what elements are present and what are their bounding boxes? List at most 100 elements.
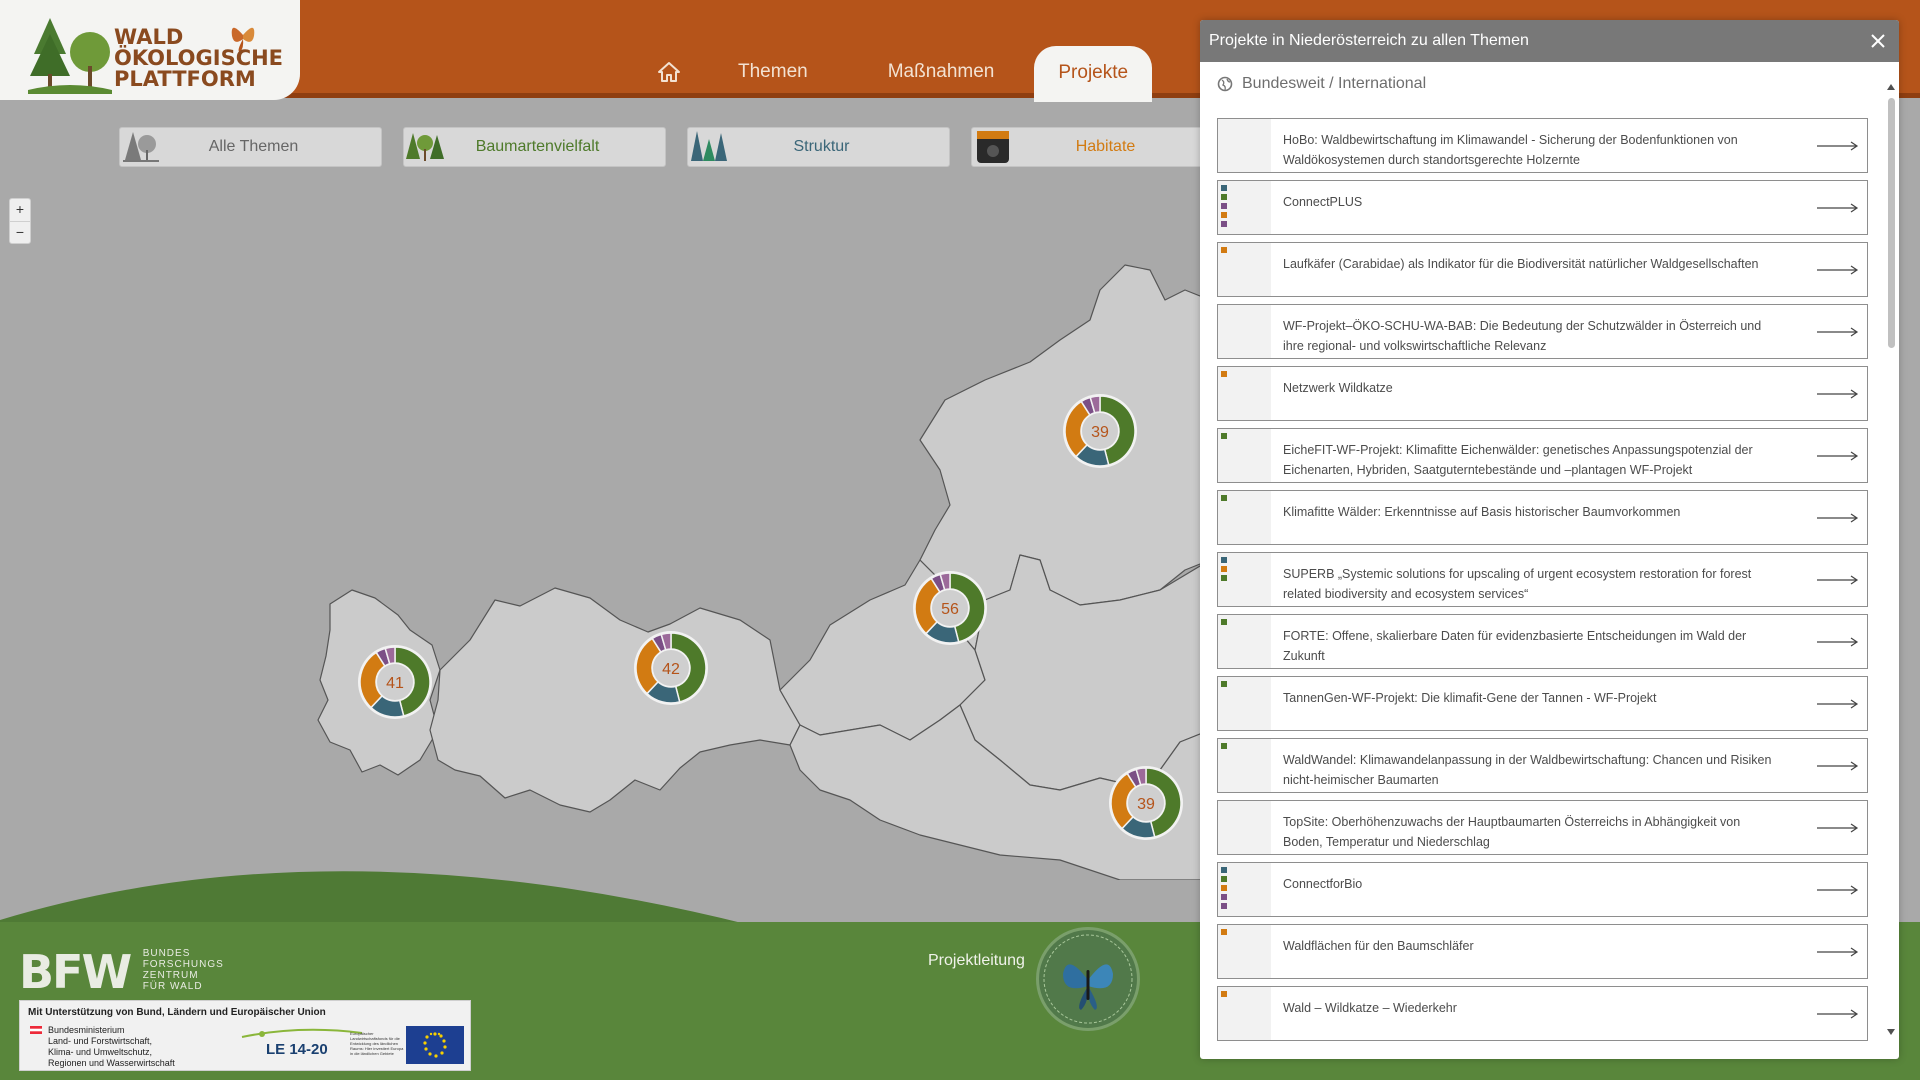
theme-marks xyxy=(1218,367,1271,420)
project-card[interactable]: ConnectPLUS xyxy=(1217,180,1868,235)
funding-banner: Mit Unterstützung von Bund, Ländern und … xyxy=(19,1000,471,1071)
scroll-up-icon[interactable] xyxy=(1886,82,1896,92)
theme-mark xyxy=(1221,619,1227,625)
project-title: WaldWandel: Klimawandelanpassung in der … xyxy=(1283,753,1772,787)
project-card[interactable]: WF-Projekt–ÖKO-SCHU-WA-BAB: Die Bedeutun… xyxy=(1217,304,1868,359)
scroll-down-icon[interactable] xyxy=(1886,1027,1896,1037)
arrow-right-icon[interactable] xyxy=(1817,265,1859,275)
nav-themen[interactable]: Themen xyxy=(698,61,848,83)
arrow-right-icon[interactable] xyxy=(1817,327,1859,337)
ministry-line: Regionen und Wasserwirtschaft xyxy=(48,1058,175,1068)
logo-line-3: PLATTFORM xyxy=(114,67,256,91)
theme-mark xyxy=(1221,681,1227,687)
project-title: SUPERB „Systemic solutions for upscaling… xyxy=(1283,567,1752,601)
arrow-right-icon[interactable] xyxy=(1817,699,1859,709)
project-card[interactable]: SUPERB „Systemic solutions for upscaling… xyxy=(1217,552,1868,607)
project-card[interactable]: EicheFIT-WF-Projekt: Klimafitte Eichenwä… xyxy=(1217,428,1868,483)
arrow-right-icon[interactable] xyxy=(1817,761,1859,771)
scroll-thumb[interactable] xyxy=(1888,98,1895,348)
theme-mark xyxy=(1221,876,1227,882)
all-themes-icon xyxy=(120,128,162,166)
nav-home[interactable] xyxy=(640,50,698,94)
theme-mark xyxy=(1221,929,1227,935)
projects-panel: Projekte in Niederösterreich zu allen Th… xyxy=(1200,20,1899,1059)
biosphaere-badge-icon[interactable] xyxy=(1036,927,1140,1031)
arrow-right-icon[interactable] xyxy=(1817,575,1859,585)
project-cluster[interactable]: 39 xyxy=(1109,766,1183,840)
nav-projekte[interactable]: Projekte xyxy=(1034,46,1153,102)
project-card[interactable]: ConnectforBio xyxy=(1217,862,1868,917)
theme-mark xyxy=(1221,575,1227,581)
arrow-right-icon[interactable] xyxy=(1817,141,1859,151)
arrow-right-icon[interactable] xyxy=(1817,203,1859,213)
arrow-right-icon[interactable] xyxy=(1817,513,1859,523)
arrow-right-icon[interactable] xyxy=(1817,1009,1859,1019)
project-card[interactable]: TannenGen-WF-Projekt: Die klimafit-Gene … xyxy=(1217,676,1868,731)
theme-mark xyxy=(1221,212,1227,218)
project-title: Wald – Wildkatze – Wiederkehr xyxy=(1283,1001,1457,1015)
theme-marks xyxy=(1218,925,1271,978)
bfw-line: FÜR WALD xyxy=(142,981,203,992)
theme-mark xyxy=(1221,557,1227,563)
theme-marks xyxy=(1218,491,1271,544)
bfw-logo[interactable]: BFW BUNDES FORSCHUNGS ZENTRUM FÜR WALD xyxy=(19,945,224,999)
project-title: ConnectforBio xyxy=(1283,877,1363,891)
arrow-right-icon[interactable] xyxy=(1817,885,1859,895)
project-card[interactable]: Laufkäfer (Carabidae) als Indikator für … xyxy=(1217,242,1868,297)
arrow-right-icon[interactable] xyxy=(1817,389,1859,399)
project-cluster[interactable]: 39 xyxy=(1063,394,1137,468)
project-card[interactable]: Netzwerk Wildkatze xyxy=(1217,366,1868,421)
project-card[interactable]: FORTE: Offene, skalierbare Daten für evi… xyxy=(1217,614,1868,669)
theme-marks xyxy=(1218,243,1271,296)
project-cluster[interactable]: 41 xyxy=(358,645,432,719)
filter-alle-themen[interactable]: Alle Themen xyxy=(119,127,382,167)
le-logo: LE 14-20 xyxy=(240,1023,364,1063)
arrow-right-icon[interactable] xyxy=(1817,947,1859,957)
project-cluster[interactable]: 42 xyxy=(634,631,708,705)
filter-label: Alle Themen xyxy=(208,138,299,155)
filter-label: Baumartenvielfalt xyxy=(475,138,600,155)
theme-mark xyxy=(1221,194,1227,200)
zoom-out-button[interactable]: − xyxy=(10,221,30,243)
close-button[interactable] xyxy=(1865,28,1891,54)
ministry-text: Bundesministerium Land- und Forstwirtsch… xyxy=(48,1025,175,1069)
arrow-right-icon[interactable] xyxy=(1817,823,1859,833)
region-tirol[interactable] xyxy=(429,587,801,813)
filter-struktur[interactable]: Struktur xyxy=(687,127,950,167)
eu-flag-icon xyxy=(406,1026,464,1064)
project-cluster[interactable]: 56 xyxy=(913,571,987,645)
theme-marks xyxy=(1218,739,1271,792)
theme-mark xyxy=(1221,371,1227,377)
project-title: TopSite: Oberhöhenzuwachs der Hauptbauma… xyxy=(1283,815,1741,849)
theme-marks xyxy=(1218,119,1271,172)
zoom-in-button[interactable]: + xyxy=(10,199,30,221)
theme-mark xyxy=(1221,203,1227,209)
theme-mark xyxy=(1221,247,1227,253)
section-label: Bundesweit / International xyxy=(1242,75,1427,92)
project-title: TannenGen-WF-Projekt: Die klimafit-Gene … xyxy=(1283,691,1657,705)
austria-flag-icon xyxy=(30,1026,42,1034)
filter-habitate[interactable]: Habitate xyxy=(971,127,1234,167)
logo-line-1: WALD xyxy=(114,25,184,49)
project-title: Klimafitte Wälder: Erkenntnisse auf Basi… xyxy=(1283,505,1681,519)
arrow-right-icon[interactable] xyxy=(1817,637,1859,647)
close-icon xyxy=(1871,34,1885,48)
logo-line-2: ÖKOLOGISCHE xyxy=(114,46,284,70)
arrow-right-icon[interactable] xyxy=(1817,451,1859,461)
project-card[interactable]: Waldflächen für den Baumschläfer xyxy=(1217,924,1868,979)
panel-header: Projekte in Niederösterreich zu allen Th… xyxy=(1200,20,1899,62)
project-card[interactable]: Wald – Wildkatze – Wiederkehr xyxy=(1217,986,1868,1041)
eu-description: Europäischer Landwirtschaftsfonds für di… xyxy=(350,1031,404,1056)
theme-marks xyxy=(1218,615,1271,668)
project-title: Waldflächen für den Baumschläfer xyxy=(1283,939,1474,953)
project-card[interactable]: HoBo: Waldbewirtschaftung im Klimawandel… xyxy=(1217,118,1868,173)
le-swoosh-icon xyxy=(241,1028,363,1038)
nav-massnahmen[interactable]: Maßnahmen xyxy=(848,61,1035,83)
project-card[interactable]: TopSite: Oberhöhenzuwachs der Hauptbauma… xyxy=(1217,800,1868,855)
filter-baumartenvielfalt[interactable]: Baumartenvielfalt xyxy=(403,127,666,167)
theme-mark xyxy=(1221,433,1227,439)
project-card[interactable]: Klimafitte Wälder: Erkenntnisse auf Basi… xyxy=(1217,490,1868,545)
scrollbar[interactable] xyxy=(1883,62,1899,1059)
project-card[interactable]: WaldWandel: Klimawandelanpassung in der … xyxy=(1217,738,1868,793)
logo[interactable]: WALD ÖKOLOGISCHE PLATTFORM xyxy=(0,0,300,100)
